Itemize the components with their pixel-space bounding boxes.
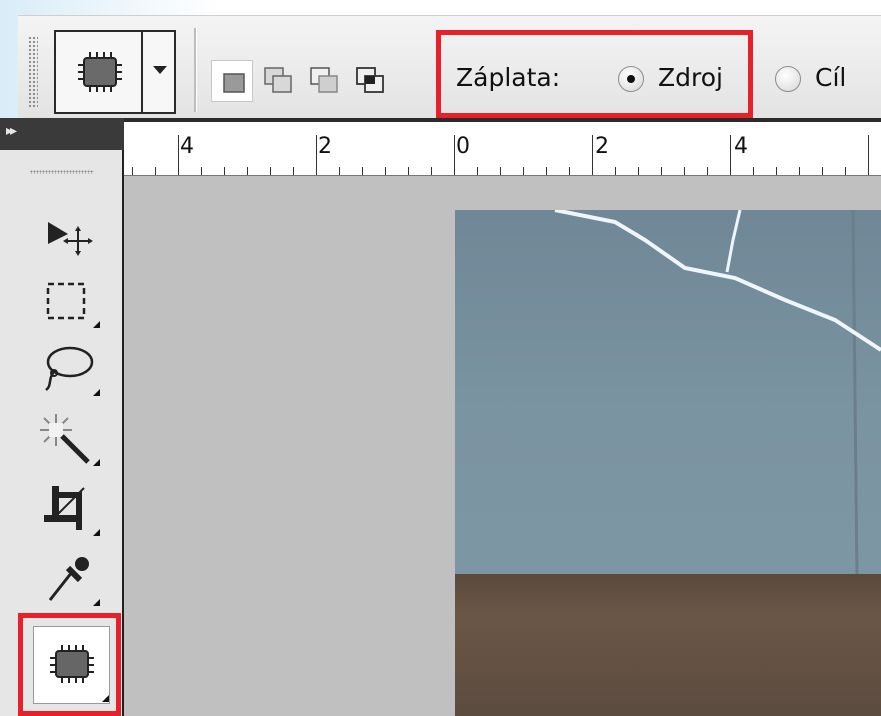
- ruler-tick: [592, 135, 593, 175]
- add-to-selection-button[interactable]: [257, 60, 299, 102]
- rectangular-marquee-icon: [46, 282, 86, 320]
- ruler-tick: [546, 167, 547, 175]
- magic-wand-icon: [40, 414, 90, 464]
- ruler-tick: [293, 167, 294, 175]
- ruler-tick: [224, 167, 225, 175]
- ruler-tick: [431, 167, 432, 175]
- eyedropper-icon: [48, 557, 89, 601]
- ruler-tick: [362, 167, 363, 175]
- ruler-tick: [523, 167, 524, 175]
- ruler-tick: [661, 167, 662, 175]
- ruler-tick: [684, 167, 685, 175]
- move-icon: [48, 222, 93, 256]
- ruler-tick: [730, 135, 731, 175]
- marquee-tool-button[interactable]: [30, 270, 102, 330]
- intersect-selection-button[interactable]: [349, 60, 391, 102]
- ruler-tick: [132, 167, 133, 175]
- ruler-tick: [270, 167, 271, 175]
- preset-divider: [141, 32, 143, 112]
- lasso-tool-button[interactable]: [30, 338, 102, 398]
- patch-tool-highlight: [18, 613, 121, 716]
- ruler-tick: [707, 167, 708, 175]
- ruler-tick: [799, 167, 800, 175]
- magic-wand-tool-button[interactable]: [30, 408, 102, 468]
- ruler-tick: [454, 135, 455, 175]
- ruler-tick: [316, 135, 317, 175]
- destination-radio[interactable]: [775, 66, 801, 92]
- ruler-tick: [500, 167, 501, 175]
- ruler-tick: [615, 167, 616, 175]
- ruler-tick: [753, 167, 754, 175]
- ruler-label: 2: [318, 134, 332, 159]
- eyedropper-tool-button[interactable]: [30, 548, 102, 608]
- move-tool-button[interactable]: [30, 208, 102, 268]
- tools-panel-grip[interactable]: [30, 170, 94, 174]
- photo-image: [455, 210, 881, 716]
- ruler-label: 4: [180, 134, 194, 159]
- options-bar-grip[interactable]: [28, 36, 38, 108]
- field-ground: [455, 574, 881, 716]
- ruler-tick: [385, 167, 386, 175]
- crop-icon: [44, 486, 85, 530]
- ruler-tick: [201, 167, 202, 175]
- ruler-tick: [638, 167, 639, 175]
- ruler-label: 4: [734, 134, 748, 159]
- ruler-tick: [155, 167, 156, 175]
- tool-preset-picker[interactable]: [54, 30, 176, 114]
- chevron-down-icon[interactable]: [153, 66, 167, 74]
- tools-panel-header: ▸▸: [0, 118, 124, 150]
- ruler-tick: [569, 167, 570, 175]
- ruler-tick: [845, 167, 846, 175]
- ruler-tick: [339, 167, 340, 175]
- lasso-icon: [45, 346, 94, 392]
- ruler-tick: [408, 167, 409, 175]
- patch-tool-icon: [78, 52, 122, 96]
- ruler-tick: [477, 167, 478, 175]
- ruler-tick: [822, 167, 823, 175]
- ruler-tick: [776, 167, 777, 175]
- ruler-tick: [868, 135, 869, 175]
- collapse-panel-icon[interactable]: ▸▸: [6, 123, 17, 139]
- ruler-tick: [247, 167, 248, 175]
- options-separator: [194, 28, 197, 112]
- destination-radio-label[interactable]: Cíl: [815, 63, 846, 92]
- subtract-from-selection-button[interactable]: [303, 60, 345, 102]
- ruler-tick: [178, 135, 179, 175]
- ruler-label: 0: [456, 134, 470, 159]
- ruler-label: 2: [595, 134, 609, 159]
- crop-tool-button[interactable]: [30, 478, 102, 538]
- patch-options-highlight: [436, 30, 753, 118]
- new-selection-button[interactable]: [211, 60, 253, 102]
- document-canvas[interactable]: [124, 176, 881, 716]
- horizontal-ruler[interactable]: 4 2 0 2 4: [124, 118, 881, 176]
